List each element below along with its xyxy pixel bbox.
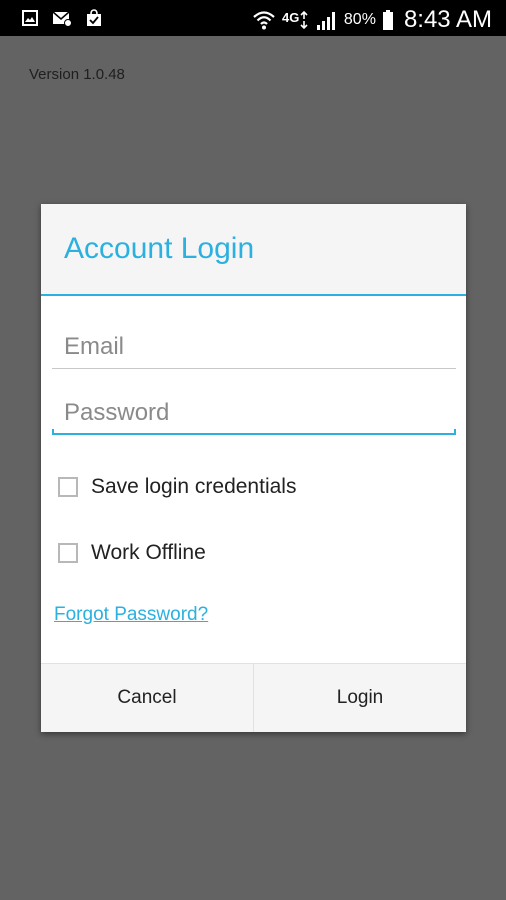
battery-icon xyxy=(382,10,393,30)
work-offline-row[interactable]: Work Offline xyxy=(58,541,206,565)
battery-percent: 80% xyxy=(343,11,376,28)
email-field[interactable] xyxy=(52,325,456,369)
email-input[interactable] xyxy=(52,325,456,369)
notification-icons xyxy=(20,8,104,28)
signal-icon xyxy=(316,12,335,30)
mail-icon xyxy=(52,11,72,27)
wifi-icon xyxy=(253,11,275,30)
work-offline-checkbox[interactable] xyxy=(58,543,78,563)
email-underline xyxy=(52,368,456,369)
system-status: 4G 80% 8:43 AM xyxy=(252,6,492,34)
save-credentials-row[interactable]: Save login credentials xyxy=(58,475,296,499)
lte-icon: 4G xyxy=(282,10,308,30)
password-underline-focused xyxy=(52,429,456,435)
password-input[interactable] xyxy=(52,391,456,435)
save-credentials-checkbox[interactable] xyxy=(58,477,78,497)
dialog-header: Account Login xyxy=(41,204,466,296)
network-type-label: 4G xyxy=(282,10,299,25)
cancel-button[interactable]: Cancel xyxy=(41,664,253,732)
save-credentials-label[interactable]: Save login credentials xyxy=(91,475,296,499)
password-field[interactable] xyxy=(52,391,456,435)
work-offline-label[interactable]: Work Offline xyxy=(91,541,206,565)
login-dialog: Account Login Save login credentials Wor… xyxy=(41,204,466,732)
dialog-buttons: Cancel Login xyxy=(41,663,466,732)
login-button[interactable]: Login xyxy=(253,664,466,732)
clock: 8:43 AM xyxy=(403,6,492,33)
image-icon xyxy=(22,10,38,26)
status-bar: 4G 80% 8:43 AM xyxy=(0,0,506,36)
shopping-bag-icon xyxy=(87,9,101,26)
dialog-title: Account Login xyxy=(64,232,255,265)
forgot-password-link[interactable]: Forgot Password? xyxy=(54,604,208,626)
version-label: Version 1.0.48 xyxy=(29,66,125,83)
